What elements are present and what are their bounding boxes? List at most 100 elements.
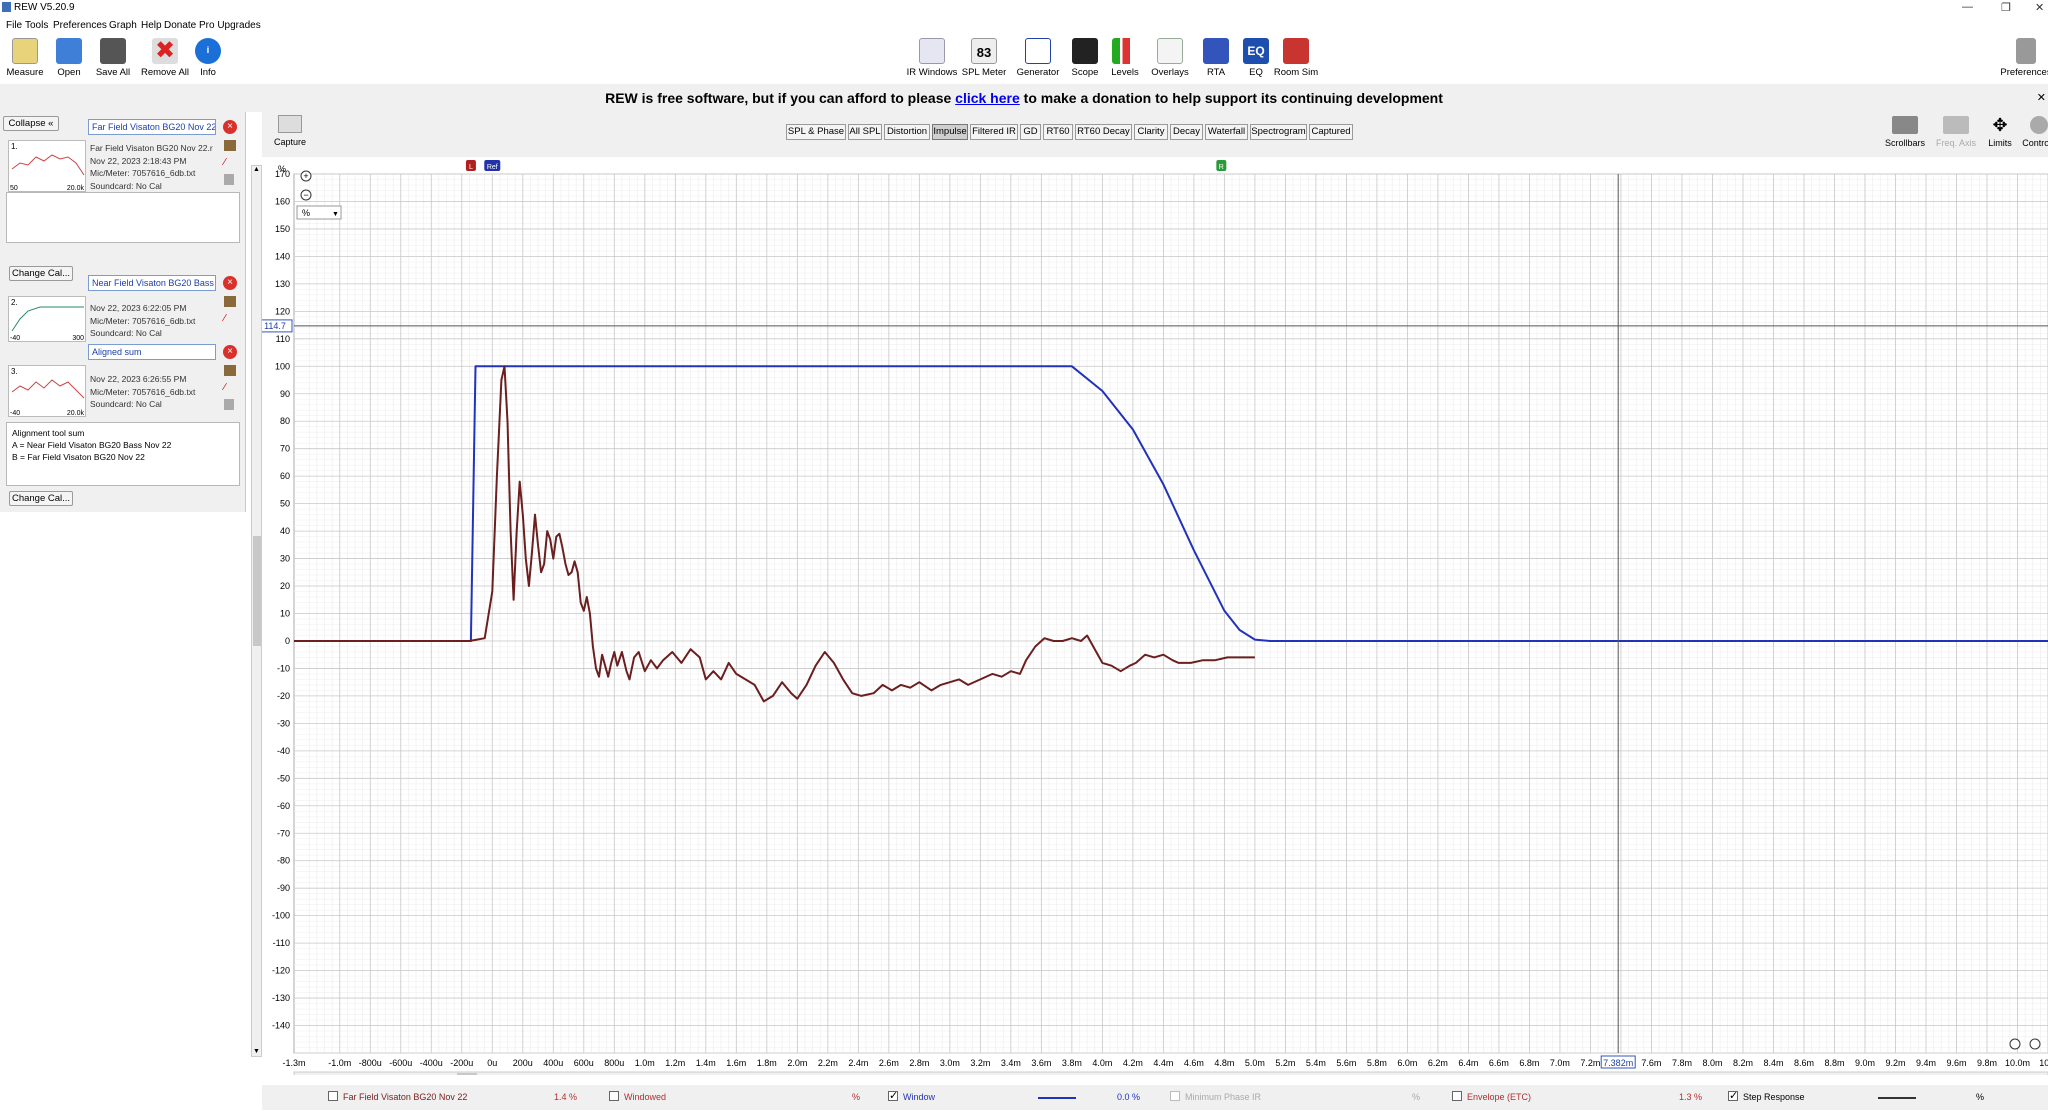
measurement-2-date: Nov 22, 2023 6:22:05 PM — [90, 303, 187, 313]
y-tick-label: -80 — [277, 856, 290, 866]
x-tick-label: 5.8m — [1367, 1058, 1387, 1068]
tab-gd[interactable]: GD — [1020, 124, 1041, 140]
measurement-1-pen-icon[interactable]: ∕ — [224, 157, 236, 168]
close-icon[interactable]: ✕ — [2035, 1, 2044, 14]
menu-tools[interactable]: Tools — [25, 20, 48, 31]
x-tick-label: 2.4m — [848, 1058, 868, 1068]
measurement-1-notes-icon[interactable] — [224, 174, 234, 185]
chevron-down-icon: ▼ — [332, 211, 339, 218]
y-tick-label: -110 — [273, 938, 290, 948]
measurement-name-input-1[interactable]: Far Field Visaton BG20 Nov 22 — [88, 119, 216, 135]
y-tick-label: -90 — [277, 883, 290, 893]
x-tick-label: 3.2m — [970, 1058, 990, 1068]
legend-measurement-value: 1.4 % — [554, 1092, 578, 1102]
measurement-notes-3[interactable]: Alignment tool sum A = Near Field Visato… — [6, 422, 240, 486]
collapse-button[interactable]: Collapse « — [3, 116, 59, 131]
thumb-3-max: 20.0k — [66, 410, 84, 417]
measurement-3-save-icon[interactable] — [224, 365, 236, 376]
controls-button[interactable]: Controls — [2014, 112, 2048, 148]
capture-button[interactable]: Capture — [270, 115, 310, 147]
x-tick-label: 7.8m — [1672, 1058, 1692, 1068]
room-sim-icon — [1283, 38, 1309, 64]
freq-axis-icon — [1943, 116, 1969, 134]
windowed-checkbox[interactable] — [609, 1091, 619, 1101]
info-button[interactable]: i Info — [178, 33, 238, 78]
tab-decay[interactable]: Decay — [1170, 124, 1203, 140]
tab-rt60[interactable]: RT60 — [1043, 124, 1073, 140]
y-tick-label: -20 — [277, 691, 290, 701]
menu-pro-upgrades[interactable]: Pro Upgrades — [199, 20, 261, 31]
donation-link[interactable]: click here — [955, 90, 1020, 106]
change-cal-button-1[interactable]: Change Cal... — [9, 266, 73, 281]
scrollbars-button[interactable]: Scrollbars — [1880, 112, 1930, 148]
preferences-button[interactable]: Preferences — [1996, 33, 2048, 78]
panel-scroll-thumb[interactable] — [253, 536, 261, 646]
tab-impulse[interactable]: Impulse — [932, 124, 968, 140]
impulse-graph[interactable]: 1701601501401301201101009080706050403020… — [262, 157, 2048, 1075]
x-zoom-in-icon[interactable] — [2029, 1038, 2041, 1050]
room-sim-button[interactable]: Room Sim — [1266, 33, 1326, 78]
measurement-1-save-icon[interactable] — [224, 140, 236, 151]
tab-spectrogram[interactable]: Spectrogram — [1250, 124, 1307, 140]
measurement-3-notes-icon[interactable] — [224, 399, 234, 410]
thumb-2-min: -40 — [10, 335, 21, 342]
tab-all-spl[interactable]: All SPL — [848, 124, 882, 140]
measurement-row-1[interactable]: 1. 50 20.0k Far Field Visaton BG20 Nov 2… — [6, 140, 240, 192]
change-cal-button-3[interactable]: Change Cal... — [9, 491, 73, 506]
x-tick-label: 7.6m — [1641, 1058, 1661, 1068]
tab-distortion[interactable]: Distortion — [884, 124, 930, 140]
tab-spl-phase[interactable]: SPL & Phase — [786, 124, 846, 140]
min-phase-checkbox — [1170, 1091, 1180, 1101]
window-checkbox[interactable]: ✓ — [888, 1090, 898, 1102]
menu-graph[interactable]: Graph — [109, 20, 137, 31]
menu-preferences[interactable]: Preferences — [53, 20, 107, 31]
x-scrollbar[interactable] — [293, 1071, 2048, 1075]
measurement-2-save-icon[interactable] — [224, 296, 236, 307]
measurement-checkbox[interactable] — [328, 1091, 338, 1101]
menu-help[interactable]: Help — [141, 20, 162, 31]
measurement-name-input-3[interactable]: Aligned sum — [88, 344, 216, 360]
measurement-notes-1[interactable] — [6, 192, 240, 243]
menu-donate[interactable]: Donate — [164, 20, 196, 31]
x-tick-label: 7.2m — [1580, 1058, 1600, 1068]
x-tick-label: 6.2m — [1428, 1058, 1448, 1068]
restore-icon[interactable]: ❐ — [2001, 1, 2011, 14]
y-tick-label: 50 — [280, 499, 290, 509]
minimize-icon[interactable]: — — [1962, 1, 1973, 13]
tab-filtered-ir[interactable]: Filtered IR — [970, 124, 1018, 140]
x-tick-label: 8.4m — [1763, 1058, 1783, 1068]
measurement-panel: Collapse « Far Field Visaton BG20 Nov 22… — [0, 112, 246, 512]
tab-clarity[interactable]: Clarity — [1134, 124, 1168, 140]
tab-captured[interactable]: Captured — [1309, 124, 1353, 140]
x-zoom-out-icon[interactable] — [2009, 1038, 2021, 1050]
step-response-checkbox[interactable]: ✓ — [1728, 1090, 1738, 1102]
preferences-icon — [2016, 38, 2036, 64]
measurement-2-pen-icon[interactable]: ∕ — [224, 313, 236, 324]
measurement-row-3[interactable]: 3. -40 20.0k Nov 22, 2023 6:26:55 PM Mic… — [6, 365, 240, 417]
menu-file[interactable]: File — [6, 20, 22, 31]
save-all-button[interactable]: Save All — [83, 33, 143, 78]
remove-measurement-3-icon[interactable]: × — [223, 345, 237, 359]
y-axis-ticks: 1701601501401301201101009080706050403020… — [272, 164, 290, 1031]
x-scroll-thumb[interactable] — [457, 1073, 477, 1075]
measurement-3-pen-icon[interactable]: ∕ — [224, 382, 236, 393]
info-icon: i — [195, 38, 221, 64]
rta-label: RTA — [1206, 67, 1226, 78]
banner-close-icon[interactable]: ✕ — [2037, 84, 2046, 112]
ir-windows-label: IR Windows — [906, 67, 958, 78]
spl-meter-button[interactable]: 83 SPL Meter — [954, 33, 1014, 78]
envelope-checkbox[interactable] — [1452, 1091, 1462, 1101]
tab-rt60-decay[interactable]: RT60 Decay — [1075, 124, 1132, 140]
measurement-name-input-2[interactable]: Near Field Visaton BG20 Bass — [88, 275, 216, 291]
ir-windows-button[interactable]: IR Windows — [902, 33, 962, 78]
panel-scrollbar[interactable]: ▲ ▼ — [251, 165, 262, 1057]
remove-measurement-2-icon[interactable]: × — [223, 276, 237, 290]
tab-waterfall[interactable]: Waterfall — [1205, 124, 1248, 140]
measurement-row-2[interactable]: 2. -40 300 Nov 22, 2023 6:22:05 PM Mic/M… — [6, 296, 240, 342]
remove-measurement-1-icon[interactable]: × — [223, 120, 237, 134]
scrollbars-icon — [1892, 116, 1918, 134]
capture-label: Capture — [273, 137, 307, 147]
measurement-info-1: Far Field Visaton BG20 Nov 22.r Nov 22, … — [90, 142, 213, 192]
x-tick-label: 2.6m — [879, 1058, 899, 1068]
measurement-1-file: Far Field Visaton BG20 Nov 22.r — [90, 143, 213, 153]
